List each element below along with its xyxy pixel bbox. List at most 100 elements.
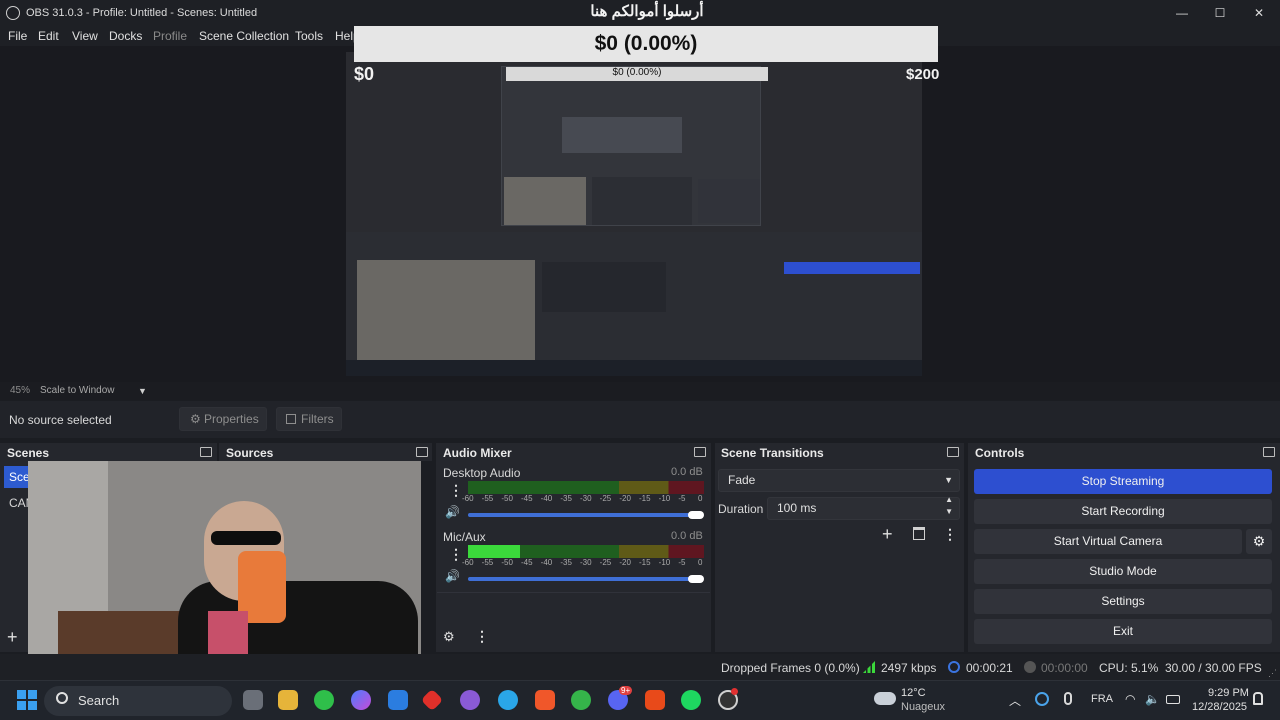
taskbar-search[interactable]: Search — [44, 686, 232, 716]
menu-view[interactable]: View — [72, 29, 98, 43]
channel-db: 0.0 dB — [671, 466, 703, 478]
meter-tick-label: -55 — [481, 558, 494, 567]
channel-menu-button[interactable]: ⋮ — [449, 546, 463, 563]
chat-app-icon[interactable] — [460, 690, 480, 710]
add-scene-button[interactable]: + — [7, 627, 18, 648]
sunglasses — [211, 531, 281, 545]
filters-button[interactable]: Filters — [276, 407, 342, 431]
stepper-icon[interactable]: ▲ ▼ — [945, 494, 953, 518]
channel-name: Desktop Audio — [443, 466, 521, 480]
add-transition-button[interactable]: + — [882, 524, 893, 545]
recording-status-icon — [1024, 661, 1036, 673]
exit-button[interactable]: Exit — [974, 619, 1272, 644]
microphone-icon[interactable] — [1064, 692, 1072, 705]
channel-menu-button[interactable]: ⋮ — [449, 482, 463, 499]
float-dock-icon[interactable] — [694, 447, 706, 457]
volume-slider[interactable] — [468, 577, 698, 581]
meter-tick-label: -5 — [678, 494, 686, 503]
filters-label: Filters — [301, 412, 334, 426]
fps: 30.00 / 30.00 FPS — [1165, 661, 1262, 675]
search-icon — [56, 692, 68, 704]
nested-donation-bar: $0 (0.00%) — [506, 67, 768, 81]
nested-webcam — [504, 177, 586, 225]
advanced-audio-gear-icon[interactable]: ⚙ — [443, 629, 455, 645]
preview-canvas[interactable]: $0 (0.00%) — [346, 52, 922, 376]
menu-edit[interactable]: Edit — [38, 29, 59, 43]
menu-profile[interactable]: Profile — [153, 29, 187, 43]
brave-browser-icon[interactable] — [535, 690, 555, 710]
float-dock-icon[interactable] — [947, 447, 959, 457]
properties-label: Properties — [204, 412, 259, 426]
scenes-title: Scenes — [7, 446, 50, 460]
settings-button[interactable]: Settings — [974, 589, 1272, 614]
mixer-menu-button[interactable]: ⋮ — [475, 628, 489, 645]
store-icon[interactable] — [388, 690, 408, 710]
virtual-camera-settings-gear-icon[interactable]: ⚙ — [1246, 529, 1272, 554]
copilot-icon[interactable] — [351, 690, 371, 710]
discord-badge: 9+ — [619, 686, 633, 695]
menu-docks[interactable]: Docks — [109, 29, 142, 43]
file-explorer-icon[interactable] — [278, 690, 298, 710]
sources-title: Sources — [226, 446, 274, 460]
stop-streaming-button[interactable]: Stop Streaming — [974, 469, 1272, 494]
nested-stop-button — [784, 262, 920, 274]
meter-tick-label: -20 — [619, 558, 631, 567]
weather-desc[interactable]: Nuageux — [901, 701, 945, 713]
trash-icon[interactable] — [913, 527, 925, 540]
nested-window — [562, 117, 682, 153]
ea-app-icon[interactable] — [645, 690, 665, 710]
volume-icon[interactable]: 🔈 — [1145, 692, 1160, 706]
float-dock-icon[interactable] — [416, 447, 428, 457]
windows-start-icon[interactable] — [17, 690, 37, 710]
start-recording-button[interactable]: Start Recording — [974, 499, 1272, 524]
volume-meter-level — [468, 545, 520, 558]
properties-button[interactable]: ⚙ Properties — [179, 407, 267, 431]
speaker-icon[interactable]: 🔊 — [445, 505, 460, 519]
battery-icon[interactable] — [1166, 695, 1180, 704]
scene-item-label[interactable]: Sce — [9, 470, 30, 484]
volume-slider-knob[interactable] — [688, 575, 704, 583]
weather-temp[interactable]: 12°C — [901, 687, 926, 699]
resize-grip-icon[interactable]: ⋰ — [1268, 668, 1277, 679]
duration-input[interactable]: 100 ms ▲ ▼ — [767, 494, 960, 520]
float-dock-icon[interactable] — [200, 447, 212, 457]
green-app-icon[interactable] — [571, 690, 591, 710]
clock-time[interactable]: 9:29 PM — [1208, 687, 1249, 699]
menu-file[interactable]: File — [8, 29, 27, 43]
speaker-icon[interactable]: 🔊 — [445, 569, 460, 583]
clock-date[interactable]: 12/28/2025 — [1192, 701, 1247, 713]
language-indicator[interactable]: FRA — [1091, 693, 1113, 705]
nested-taskbar — [346, 360, 922, 376]
controls-title: Controls — [975, 446, 1025, 460]
meter-tick-label: 0 — [698, 558, 703, 567]
start-virtual-camera-button[interactable]: Start Virtual Camera — [974, 529, 1242, 554]
nested-mixer — [592, 177, 692, 225]
transition-menu-button[interactable]: ⋮ — [943, 526, 957, 543]
float-dock-icon[interactable] — [1263, 447, 1275, 457]
volume-slider-knob[interactable] — [688, 511, 704, 519]
scale-mode-select[interactable]: Scale to Window — [40, 385, 114, 396]
wifi-icon[interactable]: ◠ — [1125, 692, 1135, 706]
meter-ticks: -60 -55 -50 -45 -40 -35 -30 -25 -20 -15 -10 -5 0 — [462, 494, 706, 504]
menu-tools[interactable]: Tools — [295, 29, 323, 43]
status-bar — [0, 654, 1280, 680]
studio-mode-button[interactable]: Studio Mode — [974, 559, 1272, 584]
chevron-down-icon[interactable]: ▼ — [138, 386, 147, 396]
meter-tick-label: -25 — [599, 558, 612, 567]
meter-ticks: -60 -55 -50 -45 -40 -35 -30 -25 -20 -15 -10 -5 0 — [462, 558, 706, 568]
transition-select[interactable]: Fade ▼ — [718, 469, 960, 492]
task-view-icon[interactable] — [243, 690, 263, 710]
notification-bell-icon[interactable] — [1253, 692, 1263, 705]
chevron-up-icon[interactable]: ︿ — [1009, 692, 1021, 709]
no-source-label: No source selected — [9, 413, 112, 427]
divider — [437, 592, 710, 593]
sync-icon[interactable] — [1035, 692, 1049, 706]
nested-webcam-large — [357, 260, 535, 360]
volume-slider[interactable] — [468, 513, 698, 517]
meter-tick-label: -15 — [639, 494, 651, 503]
xbox-icon[interactable] — [314, 690, 334, 710]
meter-tick-label: -30 — [580, 558, 592, 567]
spotify-icon[interactable] — [681, 690, 701, 710]
edge-browser-icon[interactable] — [498, 690, 518, 710]
menu-scene-collection[interactable]: Scene Collection — [199, 29, 289, 43]
